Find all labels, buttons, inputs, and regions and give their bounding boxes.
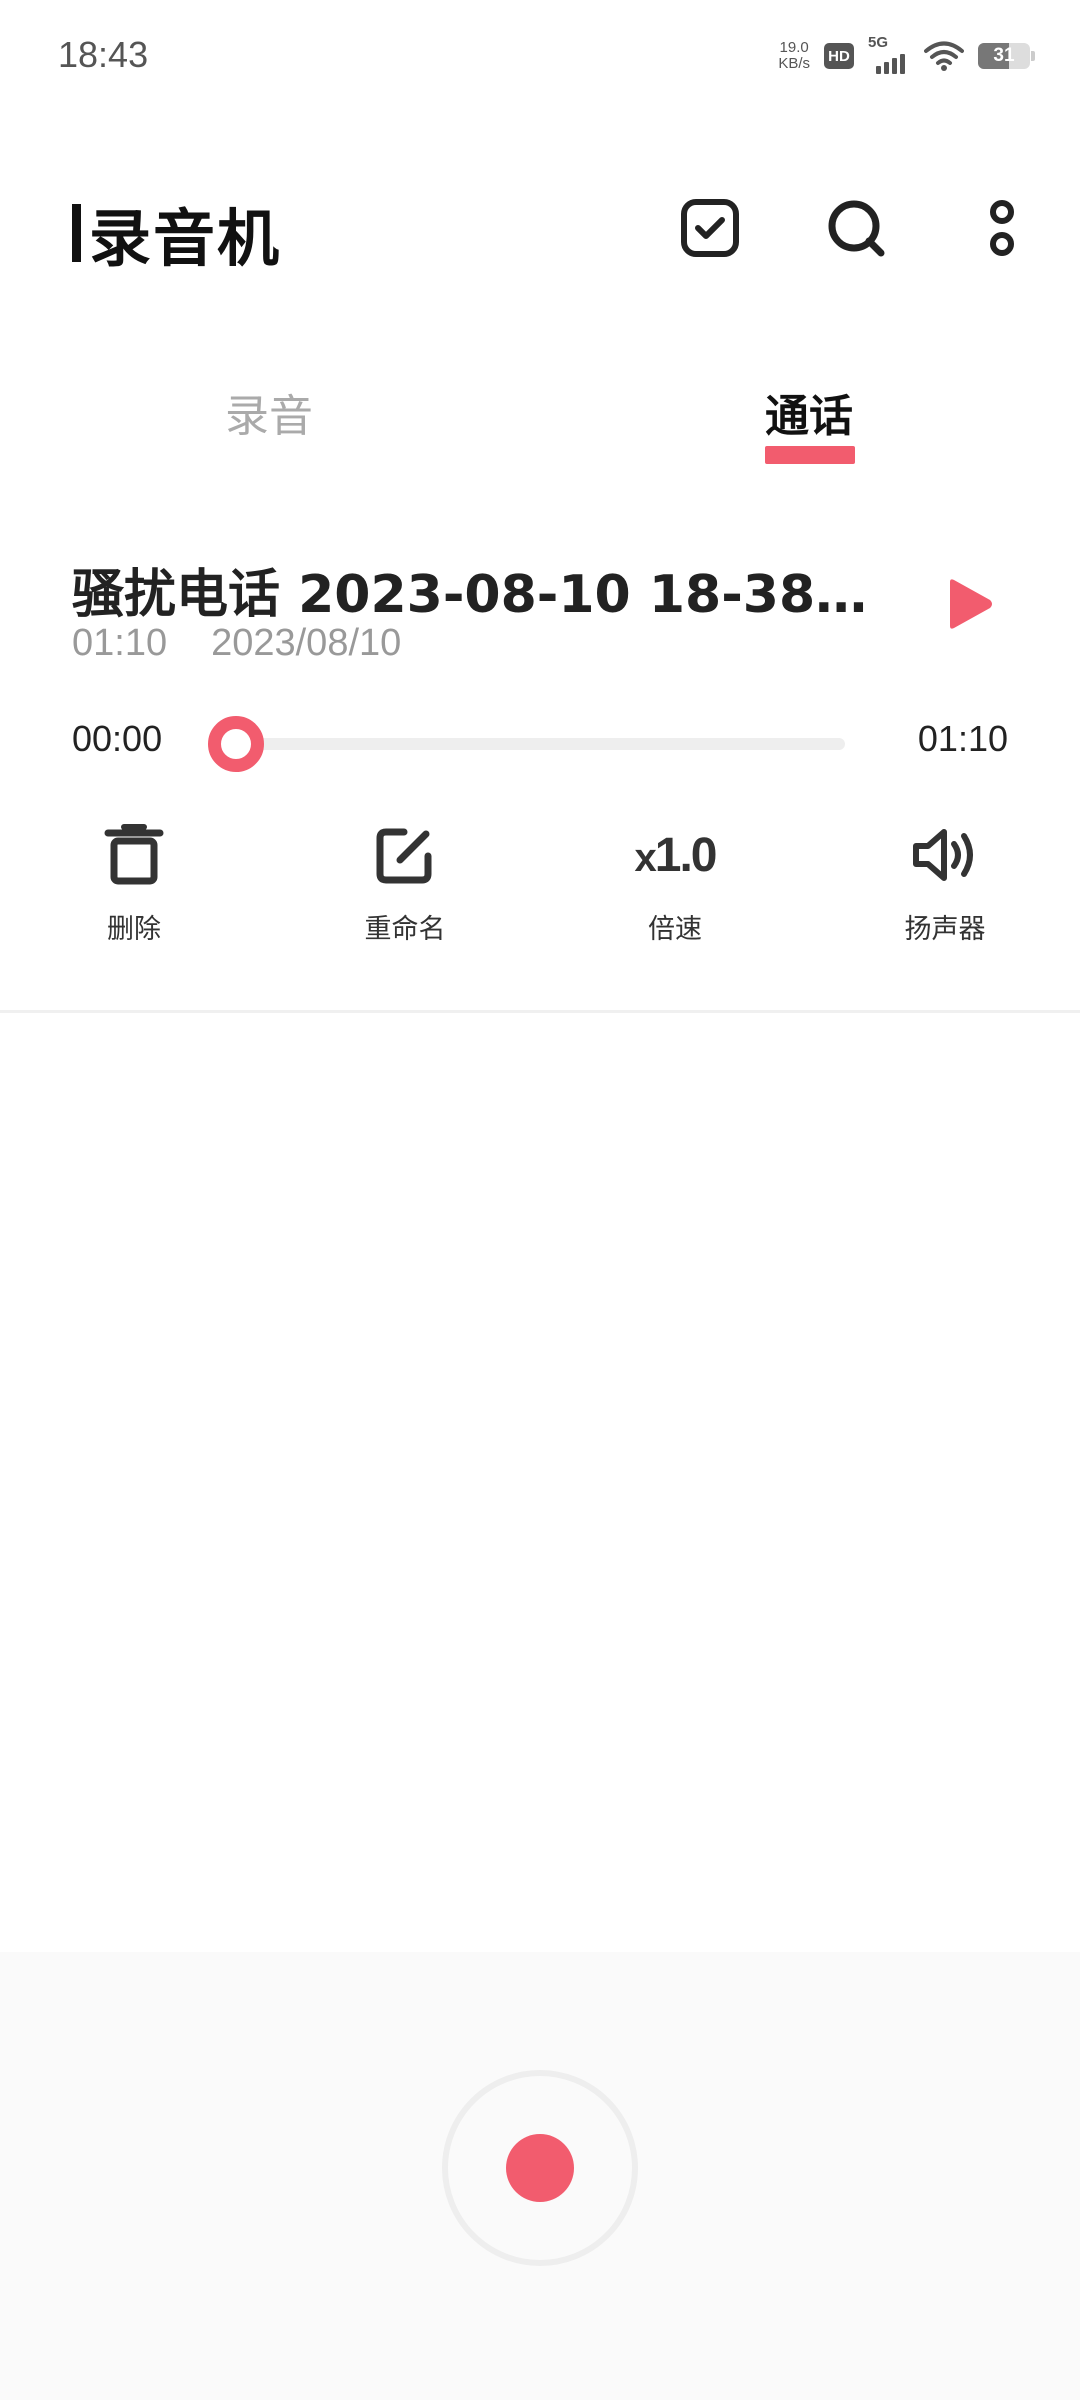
tab-bar: 录音 通话 <box>0 380 1080 480</box>
delete-label: 删除 <box>107 914 161 945</box>
hd-icon: HD <box>824 43 854 69</box>
tab-indicator <box>765 446 855 464</box>
app-title: 录音机 <box>72 188 281 278</box>
speed-button[interactable]: x1.0 倍速 <box>585 815 765 946</box>
select-button[interactable] <box>672 190 748 266</box>
tab-record[interactable]: 录音 <box>225 380 313 444</box>
recording-actions: 删除 重命名 x1.0 倍速 扬声器 <box>0 815 1080 945</box>
status-time: 18:43 <box>58 34 149 75</box>
app-bar: 录音机 <box>0 180 1080 280</box>
rename-button[interactable]: 重命名 <box>315 815 495 946</box>
recording-meta: 01:10 2023/08/10 <box>72 622 401 665</box>
rename-label: 重命名 <box>364 914 446 945</box>
play-icon <box>950 579 992 629</box>
trash-icon <box>104 824 164 885</box>
app-bar-actions <box>672 190 1040 266</box>
tab-call[interactable]: 通话 <box>765 380 853 444</box>
record-dot-icon <box>506 2134 574 2202</box>
speed-prefix: x <box>634 835 657 880</box>
checkbox-icon <box>681 199 739 257</box>
network-type: 5G <box>868 34 889 51</box>
title-accent-bar <box>72 204 81 262</box>
speed-icon: x1.0 <box>634 815 718 895</box>
record-panel <box>0 1952 1080 2400</box>
progress-knob[interactable] <box>208 716 264 772</box>
playback-progress: 00:00 01:10 <box>0 710 1080 772</box>
more-vertical-icon <box>990 200 1014 256</box>
app-title-text: 录音机 <box>89 202 282 275</box>
delete-button[interactable]: 删除 <box>44 815 224 946</box>
network-speed-unit: KB/s <box>778 55 810 72</box>
speaker-button[interactable]: 扬声器 <box>855 815 1035 946</box>
speaker-label: 扬声器 <box>904 914 986 945</box>
wifi-icon <box>924 41 964 71</box>
play-button[interactable] <box>940 574 1000 634</box>
recording-title: 骚扰电话 2023-08-10 18-38-23 <box>72 565 872 625</box>
status-bar: 18:43 19.0 KB/s HD 5G 31 <box>0 0 1080 110</box>
network-speed: 19.0 KB/s <box>778 40 810 72</box>
search-icon <box>828 200 885 257</box>
record-button[interactable] <box>442 2070 638 2266</box>
current-time: 00:00 <box>72 718 163 759</box>
delete-icon-wrap <box>94 815 174 895</box>
network-speed-value: 19.0 <box>779 39 809 56</box>
battery-icon: 31 <box>978 43 1035 69</box>
battery-level: 31 <box>993 45 1015 66</box>
recording-duration: 01:10 <box>72 622 168 664</box>
more-button[interactable] <box>964 190 1040 266</box>
speaker-icon-wrap <box>905 815 985 895</box>
speed-value: 1.0 <box>654 828 718 882</box>
edit-icon <box>376 828 432 884</box>
recording-date: 2023/08/10 <box>211 622 402 664</box>
progress-track[interactable] <box>220 738 845 750</box>
status-icons: 19.0 KB/s HD 5G 31 <box>778 34 1035 76</box>
speaker-icon <box>913 829 973 881</box>
speed-label: 倍速 <box>648 914 702 945</box>
list-divider <box>0 1010 1080 1013</box>
speed-value-text: x1.0 <box>634 828 718 883</box>
total-time: 01:10 <box>917 718 1008 759</box>
rename-icon-wrap <box>365 815 445 895</box>
search-button[interactable] <box>818 190 894 266</box>
cellular-signal-icon: 5G <box>868 34 910 74</box>
recording-item[interactable]: 骚扰电话 2023-08-10 18-38-23 01:10 2023/08/1… <box>0 540 1080 1010</box>
